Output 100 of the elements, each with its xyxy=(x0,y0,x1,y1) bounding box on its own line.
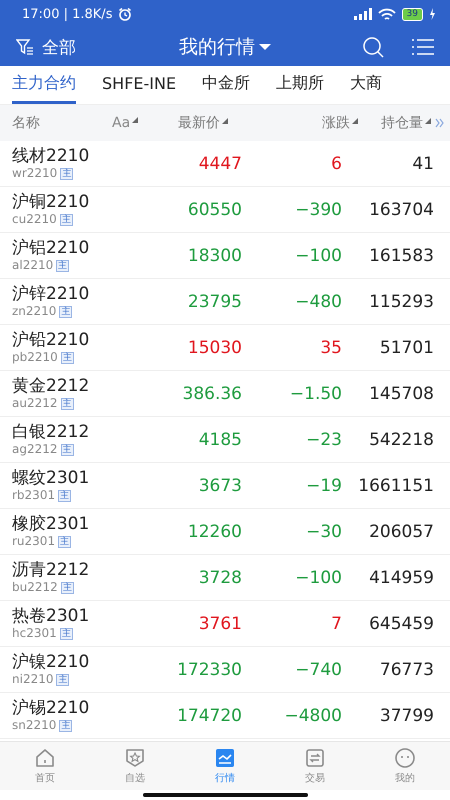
open-interest-cell-text: 51701 xyxy=(378,338,434,358)
contract-code: ag2212 xyxy=(12,442,58,457)
column-header[interactable]: 最新价 xyxy=(178,114,220,132)
open-interest-cell-text: 41 xyxy=(411,154,434,174)
contract-code: hc2301 xyxy=(12,626,57,641)
contract-name: 白银2212 xyxy=(12,422,90,442)
contract-name: 沪铝2210 xyxy=(12,238,90,258)
change-cell-text: −390 xyxy=(294,200,342,220)
open-interest-cell-text: 163704 xyxy=(368,200,434,220)
open-interest-cell-text: 161583 xyxy=(368,246,434,266)
change-cell-text: −4800 xyxy=(283,706,342,726)
main-contract-badge: 主 xyxy=(60,582,74,594)
contract-code: au2212 xyxy=(12,396,58,411)
price-cell-text: 4447 xyxy=(198,154,242,174)
change-cell-text: −30 xyxy=(305,522,342,542)
search-icon[interactable] xyxy=(362,36,384,58)
column-header[interactable]: Aa xyxy=(112,115,130,131)
main-contract-badge: 主 xyxy=(60,444,74,456)
price-cell-text: 3761 xyxy=(198,614,242,634)
open-interest-cell-text: 145708 xyxy=(368,384,434,404)
main-contract-badge: 主 xyxy=(56,674,70,686)
battery-indicator: 39 xyxy=(402,8,423,20)
contract-code: wr2210 xyxy=(12,166,58,181)
open-interest-cell-text: 37799 xyxy=(378,706,434,726)
contract-code: ru2301 xyxy=(12,534,56,549)
exchange-tab[interactable]: 大商 xyxy=(350,66,382,104)
change-cell-text: −1.50 xyxy=(288,384,342,404)
contract-name: 线材2210 xyxy=(12,146,90,166)
nav-tab[interactable]: 我的 xyxy=(360,742,450,790)
contract-code: sn2210 xyxy=(12,718,56,733)
main-contract-badge: 主 xyxy=(60,168,74,180)
nav-tab[interactable]: 交易 xyxy=(270,742,360,790)
main-contract-badge: 主 xyxy=(59,720,72,732)
caret-icon xyxy=(259,44,271,50)
contract-code: cu2210 xyxy=(12,212,57,227)
filter-label[interactable]: 全部 xyxy=(42,36,76,58)
contract-name: 沪锌2210 xyxy=(12,284,90,304)
exchange-tab[interactable]: 上期所 xyxy=(276,66,324,104)
contract-name: 螺纹2301 xyxy=(12,468,90,488)
price-cell-text: 23795 xyxy=(186,292,242,312)
star-shield-icon xyxy=(124,747,146,769)
price-cell-text: 4185 xyxy=(198,430,242,450)
status-time: 17:00 | 1.8K/s xyxy=(22,6,112,22)
change-cell-text: −23 xyxy=(305,430,342,450)
main-contract-badge: 主 xyxy=(58,536,72,548)
change-cell-text: 6 xyxy=(330,154,342,174)
exchange-tab[interactable]: 中金所 xyxy=(202,66,250,104)
nav-tab[interactable]: 自选 xyxy=(90,742,180,790)
contract-name: 黄金2212 xyxy=(12,376,90,396)
sort-icon xyxy=(352,118,358,124)
contract-name: 沥青2212 xyxy=(12,560,90,580)
menu-icon[interactable] xyxy=(412,38,434,56)
contract-name: 橡胶2301 xyxy=(12,514,90,534)
contract-name: 沪镍2210 xyxy=(12,652,90,672)
double-chevron-icon xyxy=(435,118,444,128)
price-cell-text: 18300 xyxy=(186,246,242,266)
house-icon xyxy=(34,747,56,769)
price-cell-text: 60550 xyxy=(186,200,242,220)
column-header[interactable]: 涨跌 xyxy=(322,114,350,132)
contract-code: pb2210 xyxy=(12,350,58,365)
contract-name: 热卷2301 xyxy=(12,606,90,626)
wifi-icon xyxy=(378,8,396,20)
open-interest-cell-text: 542218 xyxy=(368,430,434,450)
sort-icon xyxy=(425,118,431,124)
contract-name: 沪铜2210 xyxy=(12,192,90,212)
swap-arrows-icon xyxy=(304,747,326,769)
contract-name: 沪锡2210 xyxy=(12,698,90,718)
main-contract-badge: 主 xyxy=(60,214,73,226)
price-cell-text: 12260 xyxy=(186,522,242,542)
open-interest-cell-text: 1661151 xyxy=(357,476,434,496)
change-cell-text: −480 xyxy=(294,292,342,312)
signal-icon xyxy=(354,8,372,20)
price-cell-text: 15030 xyxy=(186,338,242,358)
open-interest-cell-text: 115293 xyxy=(368,292,434,312)
column-header[interactable]: 名称 xyxy=(12,114,40,132)
change-cell-text: −19 xyxy=(305,476,342,496)
contract-name: 沪铅2210 xyxy=(12,330,90,350)
contract-code: al2210 xyxy=(12,258,54,273)
price-cell-text: 3728 xyxy=(198,568,242,588)
contract-code: bu2212 xyxy=(12,580,58,595)
filter-icon[interactable] xyxy=(16,39,34,55)
open-interest-cell-text: 414959 xyxy=(368,568,434,588)
change-cell-text: 7 xyxy=(330,614,342,634)
page-title[interactable]: 我的行情 xyxy=(179,34,255,60)
main-contract-badge: 主 xyxy=(60,352,74,364)
open-interest-cell-text: 206057 xyxy=(368,522,434,542)
contract-code: rb2301 xyxy=(12,488,56,503)
exchange-tab[interactable]: SHFE-INE xyxy=(102,66,176,104)
main-contract-badge: 主 xyxy=(56,260,70,272)
contract-code: ni2210 xyxy=(12,672,54,687)
column-header[interactable]: 持仓量 xyxy=(381,114,423,132)
nav-tab[interactable]: 首页 xyxy=(0,742,90,790)
alarm-icon xyxy=(118,7,132,21)
main-contract-badge: 主 xyxy=(60,398,74,410)
nav-tab[interactable]: 行情 xyxy=(180,742,270,790)
change-cell-text: −740 xyxy=(294,660,342,680)
main-contract-badge: 主 xyxy=(60,628,73,640)
change-cell-text: 35 xyxy=(319,338,342,358)
chart-icon xyxy=(214,747,236,769)
price-cell-text: 3673 xyxy=(198,476,242,496)
